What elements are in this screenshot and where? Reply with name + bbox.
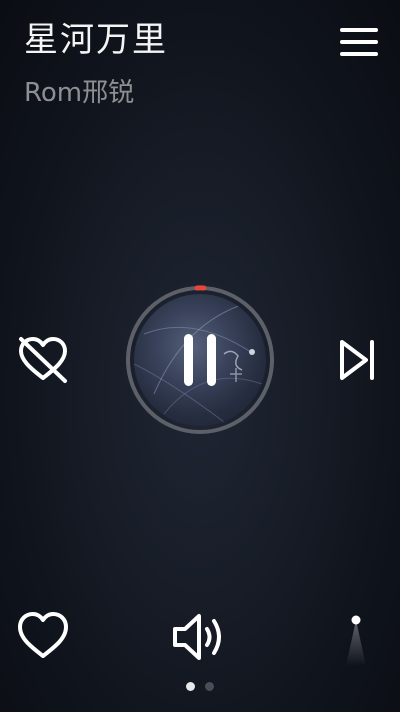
speaker-volume-icon [173,614,221,660]
page-dot-inactive[interactable] [205,682,214,691]
volume-glow-icon [346,615,366,666]
page-dot-active[interactable] [186,682,195,691]
skip-next-icon [340,340,374,380]
menu-button[interactable] [340,24,378,60]
album-disc[interactable] [124,284,276,436]
pause-icon-bar [184,334,193,386]
pause-icon-bar [207,334,216,386]
heart-outline-icon [18,612,68,658]
next-track-button[interactable] [336,336,380,384]
menu-icon-bar [340,40,378,44]
page-indicator [0,682,400,691]
menu-icon-bar [340,28,378,32]
album-cover [134,294,266,426]
volume-button[interactable] [170,610,230,664]
heart-crossed-icon [19,337,67,383]
volume-level-indicator[interactable] [336,612,376,666]
song-title: 星河万里 [24,20,168,60]
dislike-button[interactable] [16,334,70,386]
artist-name: Rom邢锐 [24,78,135,108]
favorite-button[interactable] [16,610,70,662]
pause-button[interactable] [180,334,220,386]
menu-icon-bar [340,52,378,56]
